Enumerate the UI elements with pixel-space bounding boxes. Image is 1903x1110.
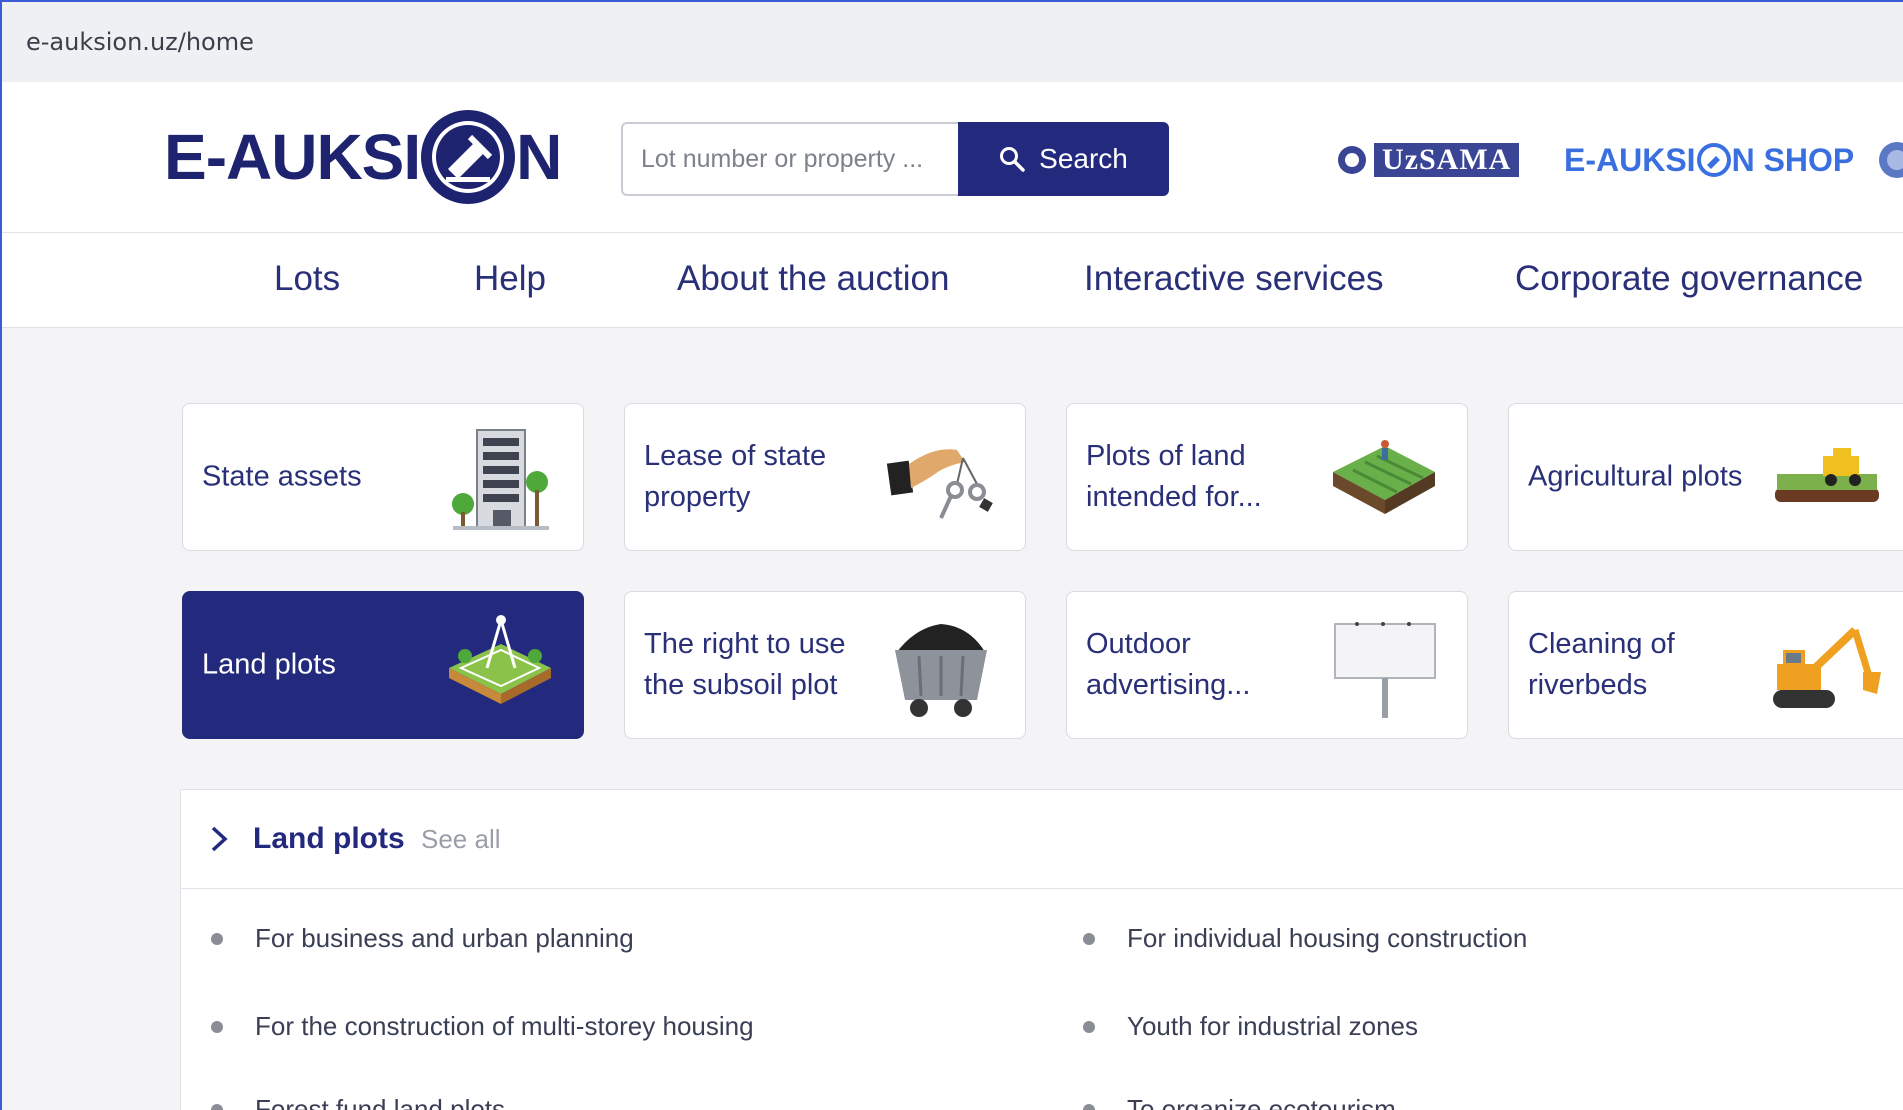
bullet-dot — [1083, 1021, 1095, 1033]
gavel-emblem-icon — [1696, 143, 1731, 177]
building-icon — [452, 429, 549, 530]
farm-plot-icon — [1333, 440, 1435, 514]
category-agricultural-plots[interactable]: Agricultural plots — [1508, 403, 1903, 551]
hand-keys-icon — [886, 449, 993, 519]
search-input[interactable] — [621, 122, 958, 196]
category-outdoor-advertising[interactable]: Outdoor advertising... — [1066, 591, 1468, 739]
land-plots-section: Land plots See all For business and urba… — [180, 789, 1903, 1110]
nav-item-corporate-governance[interactable]: Corporate governance — [1515, 259, 1863, 299]
list-item[interactable]: Youth for industrial zones — [1127, 1011, 1418, 1042]
billboard-icon — [1334, 622, 1436, 718]
harvester-icon — [1775, 448, 1879, 502]
nav-item-lots[interactable]: Lots — [274, 259, 340, 299]
partner-emblem[interactable] — [1875, 132, 1903, 188]
logo-text-right: N — [516, 121, 562, 193]
category-label: Outdoor advertising... — [1086, 628, 1251, 701]
category-lease-state-property[interactable]: Lease of state property — [624, 403, 1026, 551]
excavator-icon — [1773, 627, 1881, 708]
category-label: Lease of state property — [644, 440, 827, 513]
coal-cart-icon — [895, 624, 987, 717]
see-all-link[interactable]: See all — [421, 824, 501, 855]
address-bar[interactable]: e-auksion.uz/home — [2, 2, 1903, 83]
bullet-dot — [1083, 1104, 1095, 1110]
search-button-label: Search — [1039, 143, 1128, 174]
section-title[interactable]: Land plots — [253, 822, 405, 856]
category-label: Plots of land intended for... — [1086, 440, 1262, 513]
category-cleaning-riverbeds[interactable]: Cleaning of riverbeds — [1508, 591, 1903, 739]
category-label: Cleaning of riverbeds — [1528, 628, 1675, 701]
shop-text-right: N SHOP — [1731, 141, 1855, 178]
search-bar: Search — [621, 122, 1169, 196]
main-nav: Lots Help About the auction Interactive … — [2, 233, 1903, 328]
url-text[interactable]: e-auksion.uz/home — [26, 28, 254, 56]
category-state-assets[interactable]: State assets — [182, 403, 584, 551]
category-label: State assets — [202, 460, 362, 493]
category-label: Land plots — [202, 648, 336, 681]
category-subsoil-plot[interactable]: The right to use the subsoil plot — [624, 591, 1026, 739]
list-item[interactable]: For the construction of multi-storey hou… — [255, 1011, 754, 1042]
land-plot-icon — [449, 615, 551, 704]
list-item[interactable]: To organize ecotourism — [1127, 1094, 1396, 1110]
nav-item-help[interactable]: Help — [474, 259, 546, 299]
nav-item-interactive-services[interactable]: Interactive services — [1084, 259, 1384, 299]
chevron-right-icon[interactable] — [209, 824, 229, 854]
list-item[interactable]: Forest fund land plots — [255, 1094, 505, 1110]
bullet-dot — [211, 1104, 223, 1110]
emblem-icon — [1879, 142, 1903, 178]
nav-item-about-auction[interactable]: About the auction — [677, 259, 949, 299]
site-header: E-AUKSI N Search — [2, 82, 1903, 233]
category-label: The right to use the subsoil plot — [644, 628, 846, 701]
e-auksion-shop-logo[interactable]: E-AUKSI N SHOP — [1564, 132, 1854, 188]
list-item[interactable]: For business and urban planning — [255, 923, 634, 954]
shop-text-left: E-AUKSI — [1564, 141, 1696, 178]
category-label: Agricultural plots — [1528, 460, 1743, 493]
category-plots-of-land[interactable]: Plots of land intended for... — [1066, 403, 1468, 551]
e-auksion-logo[interactable]: E-AUKSI N — [164, 104, 562, 210]
logo-text-left: E-AUKSI — [164, 121, 421, 193]
uzsama-logo[interactable]: UzSAMA — [1336, 132, 1520, 188]
search-button[interactable]: Search — [958, 122, 1169, 196]
bullet-dot — [211, 933, 223, 945]
category-land-plots[interactable]: Land plots — [182, 591, 584, 739]
gavel-emblem-icon — [421, 110, 516, 204]
browser-window: e-auksion.uz/home E-AUKSI N Sear — [0, 0, 1903, 1110]
emblem-icon — [1338, 146, 1366, 174]
list-item[interactable]: For individual housing construction — [1127, 923, 1527, 954]
uzsama-text: UzSAMA — [1374, 143, 1520, 177]
search-icon — [1000, 147, 1025, 172]
bullet-dot — [211, 1021, 223, 1033]
bullet-dot — [1083, 933, 1095, 945]
section-header: Land plots See all — [181, 790, 1903, 889]
